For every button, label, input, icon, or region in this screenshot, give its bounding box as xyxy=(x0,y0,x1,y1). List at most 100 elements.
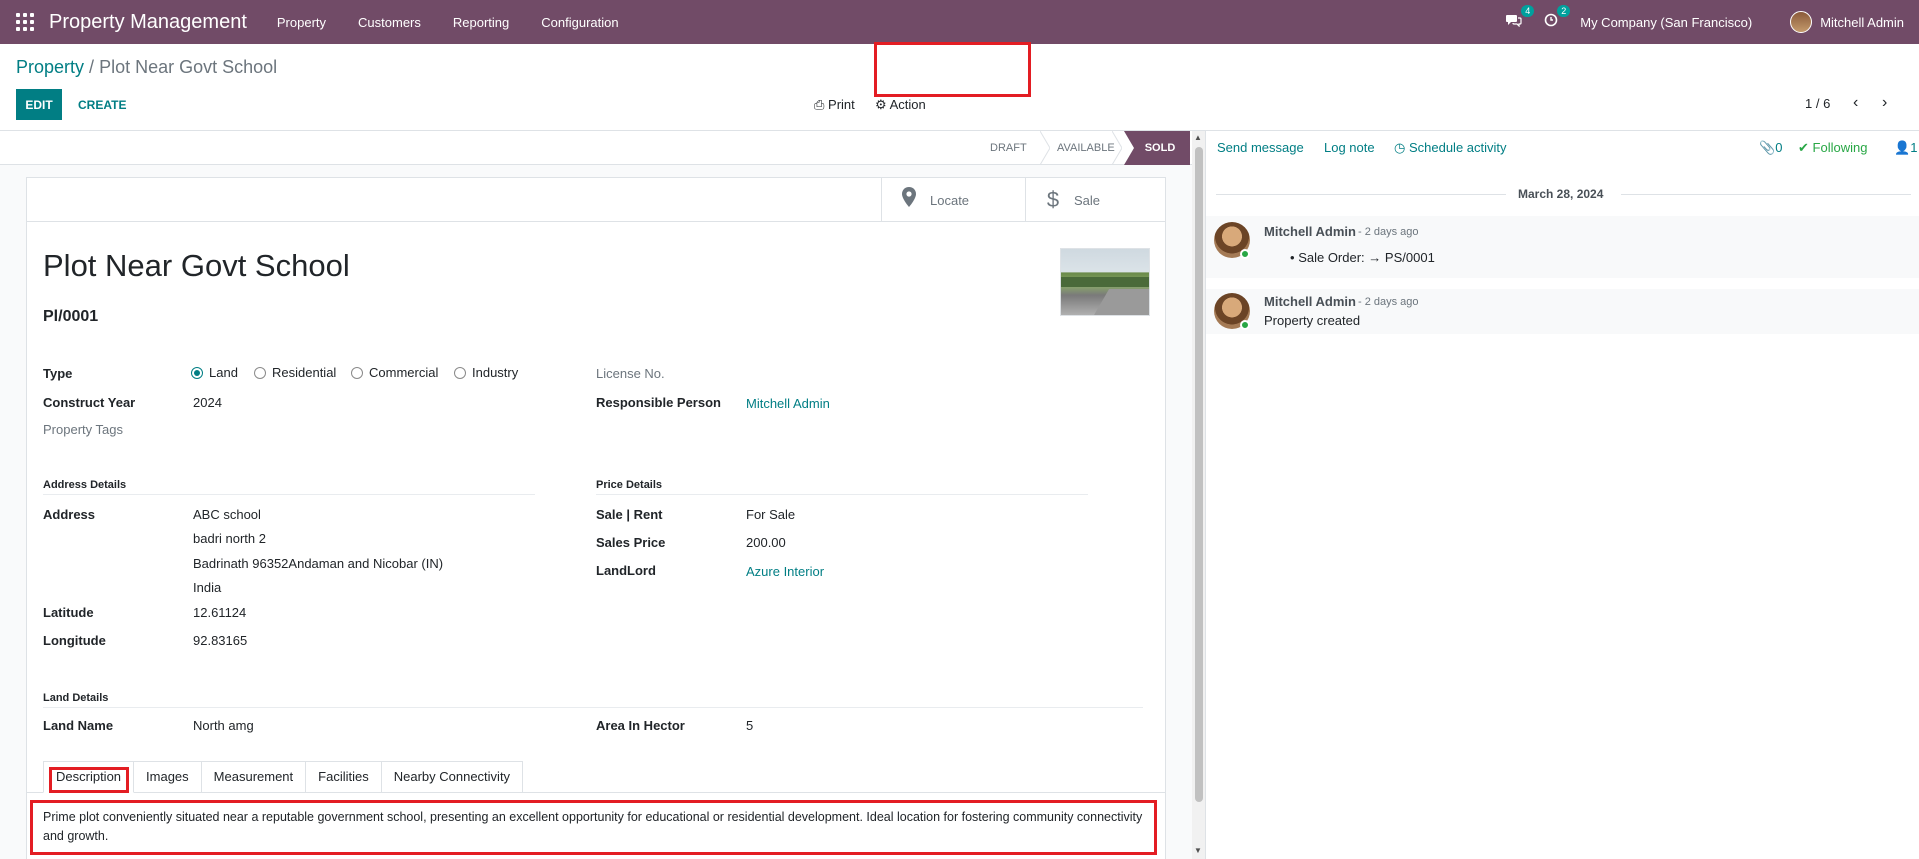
radio-button[interactable] xyxy=(454,366,466,379)
schedule-activity-button[interactable]: ◷ Schedule activity xyxy=(1394,140,1507,156)
breadcrumb-parent[interactable]: Property xyxy=(16,57,84,77)
scroll-up-arrow-icon[interactable]: ▲ xyxy=(1194,133,1202,142)
message-author[interactable]: Mitchell Admin xyxy=(1264,294,1356,309)
land-name-value[interactable]: North amg xyxy=(193,718,254,733)
chevron-right-icon[interactable]: › xyxy=(1882,94,1887,112)
latitude-value[interactable]: 12.61124 xyxy=(193,605,246,620)
message-time: - 2 days ago xyxy=(1358,296,1419,308)
map-marker-icon xyxy=(902,187,916,213)
radio-button[interactable] xyxy=(191,366,203,379)
breadcrumb: Property / Plot Near Govt School xyxy=(16,57,277,78)
action-menu[interactable]: ⚙ Action xyxy=(875,97,926,113)
user-menu[interactable]: Mitchell Admin xyxy=(1820,15,1904,30)
section-divider xyxy=(43,494,535,495)
pager-value[interactable]: 1 / 6 xyxy=(1805,96,1830,111)
attachments-button[interactable]: 📎0 xyxy=(1759,140,1782,156)
locate-smart-button[interactable]: Locate xyxy=(881,178,1025,222)
breadcrumb-separator: / xyxy=(89,57,95,77)
land-section-title: Land Details xyxy=(43,692,109,704)
address-city-line[interactable]: Badrinath 96352Andaman and Nicobar (IN) xyxy=(193,556,443,571)
apps-grid-icon[interactable] xyxy=(15,12,35,32)
address-section-title: Address Details xyxy=(43,479,127,491)
latitude-label: Latitude xyxy=(43,605,94,620)
address-street[interactable]: ABC school xyxy=(193,507,261,522)
radio-button[interactable] xyxy=(254,366,266,379)
sale-rent-value[interactable]: For Sale xyxy=(746,507,795,522)
chatter-message: Mitchell Admin - 2 days ago Property cre… xyxy=(1206,289,1919,334)
scrollbar-thumb[interactable] xyxy=(1195,147,1203,802)
tab-facilities[interactable]: Facilities xyxy=(306,761,382,793)
type-radio-commercial[interactable]: Commercial xyxy=(351,365,438,380)
sales-price-value[interactable]: 200.00 xyxy=(746,535,786,550)
type-radio-industry[interactable]: Industry xyxy=(454,365,518,380)
chatter-panel: Send message Log note ◷ Schedule activit… xyxy=(1205,131,1919,859)
tab-nearby-connectivity[interactable]: Nearby Connectivity xyxy=(381,761,524,793)
online-status-icon xyxy=(1240,249,1250,259)
land-name-label: Land Name xyxy=(43,718,114,733)
longitude-value[interactable]: 92.83165 xyxy=(193,633,247,648)
radio-label: Commercial xyxy=(369,365,439,380)
scroll-down-arrow-icon[interactable]: ▼ xyxy=(1194,846,1202,855)
responsible-label: Responsible Person xyxy=(596,395,721,410)
following-button[interactable]: ✔ Following xyxy=(1798,140,1867,156)
landlord-link[interactable]: Azure Interior xyxy=(746,564,824,579)
stage-draft[interactable]: DRAFT xyxy=(990,131,1027,165)
type-label: Type xyxy=(43,366,73,381)
edit-button[interactable]: EDIT xyxy=(16,89,62,120)
date-divider xyxy=(1621,194,1911,195)
app-brand[interactable]: Property Management xyxy=(49,11,247,34)
highlight-box xyxy=(49,767,129,793)
record-reference: Pl/0001 xyxy=(43,308,99,325)
stage-available[interactable]: AVAILABLE xyxy=(1057,131,1115,165)
tab-images[interactable]: Images xyxy=(134,761,202,793)
menu-reporting[interactable]: Reporting xyxy=(437,15,525,30)
systray: 4 2 My Company (San Francisco) Mitchell … xyxy=(1506,0,1919,44)
construct-year-label: Construct Year xyxy=(43,395,136,410)
gear-icon: ⚙ xyxy=(875,97,887,112)
type-radio-land[interactable]: Land xyxy=(191,365,238,380)
chevron-left-icon[interactable]: ‹ xyxy=(1853,94,1858,112)
locate-label: Locate xyxy=(930,192,970,208)
menu-property[interactable]: Property xyxy=(261,15,342,30)
tab-measurement[interactable]: Measurement xyxy=(201,761,307,793)
responsible-link[interactable]: Mitchell Admin xyxy=(746,396,830,411)
online-status-icon xyxy=(1240,320,1250,330)
property-image[interactable] xyxy=(1060,248,1150,316)
form-view: DRAFT AVAILABLE SOLD Locate $ Sale Plot … xyxy=(0,131,1192,859)
sales-price-label: Sales Price xyxy=(596,535,666,550)
longitude-label: Longitude xyxy=(43,633,106,648)
landlord-label: LandLord xyxy=(596,563,656,578)
area-value[interactable]: 5 xyxy=(746,718,753,733)
user-avatar[interactable] xyxy=(1790,11,1813,33)
highlight-box xyxy=(874,42,1031,97)
highlight-box xyxy=(30,800,1157,855)
type-radio-residential[interactable]: Residential xyxy=(254,365,336,380)
chat-icon[interactable]: 4 xyxy=(1506,5,1535,31)
area-label: Area In Hector xyxy=(596,718,685,733)
chatter-message: Mitchell Admin - 2 days ago • Sale Order… xyxy=(1206,216,1919,278)
print-menu[interactable]: ⎙ Print xyxy=(814,97,855,113)
company-switcher[interactable]: My Company (San Francisco) xyxy=(1580,15,1752,30)
address-street2[interactable]: badri north 2 xyxy=(193,531,266,546)
section-divider xyxy=(43,707,1143,708)
menu-customers[interactable]: Customers xyxy=(342,15,437,30)
create-button[interactable]: CREATE xyxy=(70,89,135,120)
sale-smart-button[interactable]: $ Sale xyxy=(1025,178,1169,222)
send-message-button[interactable]: Send message xyxy=(1217,140,1304,155)
menu-configuration[interactable]: Configuration xyxy=(525,15,634,30)
address-country[interactable]: India xyxy=(193,580,221,595)
message-author[interactable]: Mitchell Admin xyxy=(1264,224,1356,239)
construct-year-value[interactable]: 2024 xyxy=(193,395,222,410)
log-note-button[interactable]: Log note xyxy=(1324,140,1375,155)
radio-label: Residential xyxy=(272,365,337,380)
radio-label: Land xyxy=(209,365,238,380)
top-navbar: Property Management Property Customers R… xyxy=(0,0,1919,44)
followers-button[interactable]: 👤1 xyxy=(1894,140,1917,156)
date-separator: March 28, 2024 xyxy=(1518,187,1604,201)
stage-separator xyxy=(1040,131,1050,165)
activities-badge: 2 xyxy=(1557,5,1571,17)
clock-icon[interactable]: 2 xyxy=(1544,5,1571,31)
clock-icon: ◷ xyxy=(1394,140,1406,155)
radio-button[interactable] xyxy=(351,366,363,379)
stage-sold[interactable]: SOLD xyxy=(1124,131,1190,165)
